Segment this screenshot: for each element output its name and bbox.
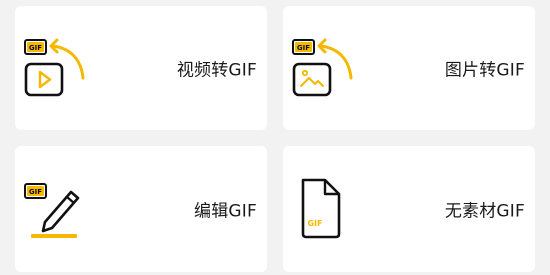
blank-gif-icon: GIF (291, 176, 361, 240)
svg-text:GIF: GIF (29, 44, 42, 52)
image-to-gif-icon: GIF (291, 36, 361, 100)
blank-gif-card[interactable]: GIF 无素材GIF (283, 146, 535, 272)
video-to-gif-label: 视频转GIF (176, 60, 257, 81)
svg-text:GIF: GIF (297, 44, 310, 52)
video-to-gif-icon: GIF (23, 36, 93, 100)
feature-grid: GIF 视频转GIF GIF 图片转GIF GIF 编辑GIF GIF 无素材G… (0, 0, 550, 275)
blank-gif-label: 无素材GIF (444, 201, 525, 222)
edit-gif-icon: GIF (23, 176, 93, 240)
svg-text:GIF: GIF (29, 188, 42, 196)
svg-text:GIF: GIF (307, 219, 322, 228)
video-to-gif-card[interactable]: GIF 视频转GIF (15, 6, 267, 130)
edit-gif-card[interactable]: GIF 编辑GIF (15, 146, 267, 272)
image-to-gif-card[interactable]: GIF 图片转GIF (283, 6, 535, 130)
image-to-gif-label: 图片转GIF (444, 60, 525, 81)
edit-gif-label: 编辑GIF (194, 201, 257, 222)
